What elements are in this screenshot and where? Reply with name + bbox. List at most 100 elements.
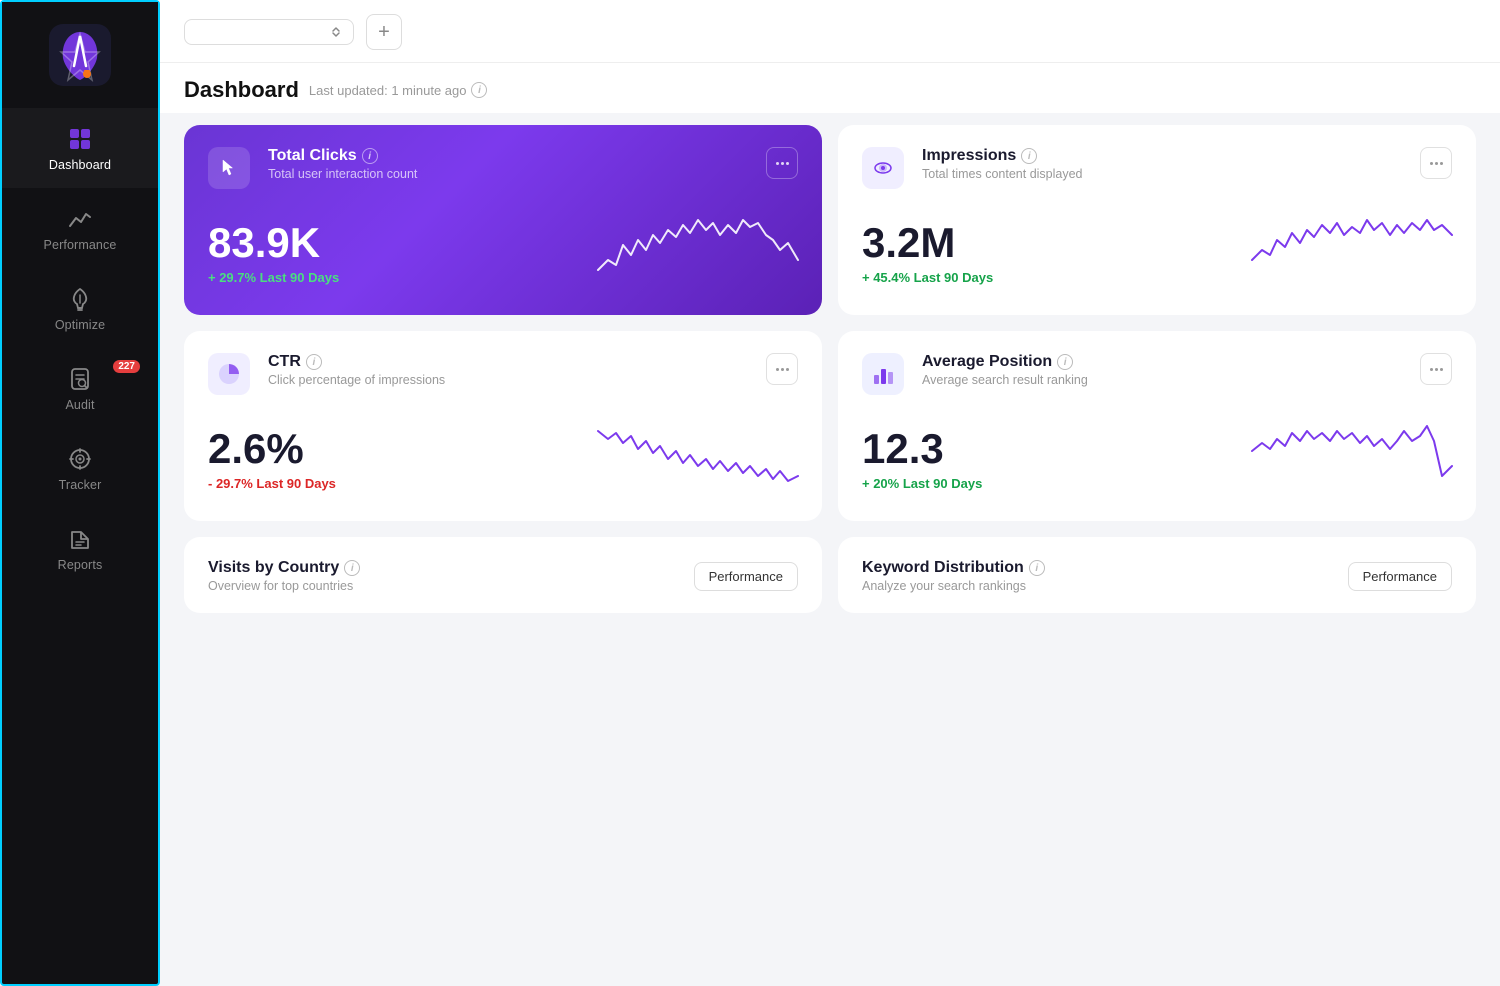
sidebar-item-label-performance: Performance [44, 238, 117, 252]
avg-position-title: Average Position i [922, 353, 1412, 371]
sidebar-item-label-optimize: Optimize [55, 318, 105, 332]
total-clicks-info-icon[interactable]: i [362, 148, 378, 164]
sidebar-item-label-reports: Reports [58, 558, 103, 572]
impressions-card: Impressions i Total times content displa… [838, 125, 1476, 315]
impressions-menu-btn[interactable] [1420, 147, 1452, 179]
add-tab-button[interactable]: + [366, 14, 402, 50]
impressions-icon-wrap [862, 147, 904, 189]
avg-position-card: Average Position i Average search result… [838, 331, 1476, 521]
sidebar-item-reports[interactable]: Reports [2, 508, 158, 588]
sidebar-item-audit[interactable]: 227 Audit [2, 348, 158, 428]
keyword-dist-subtitle: Analyze your search rankings [862, 579, 1045, 593]
keyword-dist-header: Keyword Distribution i Analyze your sear… [862, 559, 1452, 593]
keyword-dist-info-icon[interactable]: i [1029, 560, 1045, 576]
pie-chart-icon [213, 358, 245, 390]
avg-position-value: 12.3 [862, 428, 982, 470]
reports-icon [67, 526, 93, 552]
metrics-cards-row: Total Clicks i Total user interaction co… [184, 125, 1476, 315]
total-clicks-header: Total Clicks i Total user interaction co… [208, 147, 798, 189]
visits-country-info-icon[interactable]: i [344, 560, 360, 576]
dashboard-content: Total Clicks i Total user interaction co… [160, 113, 1500, 986]
ctr-menu-btn[interactable] [766, 353, 798, 385]
keyword-dist-title: Keyword Distribution i [862, 559, 1045, 577]
total-clicks-value: 83.9K [208, 222, 339, 264]
total-clicks-chart [349, 205, 798, 285]
avg-position-info-icon[interactable]: i [1057, 354, 1073, 370]
avg-position-value-group: 12.3 + 20% Last 90 Days [862, 428, 982, 491]
sidebar-item-label-tracker: Tracker [59, 478, 102, 492]
visits-country-title-group: Visits by Country i Overview for top cou… [208, 559, 360, 593]
ctr-card: CTR i Click percentage of impressions 2.… [184, 331, 822, 521]
impressions-title-group: Impressions i Total times content displa… [922, 147, 1412, 181]
sidebar-item-dashboard[interactable]: Dashboard [2, 108, 158, 188]
avg-position-subtitle: Average search result ranking [922, 373, 1412, 387]
main-content: + Dashboard Last updated: 1 minute ago i [160, 0, 1500, 986]
metrics-cards-row-2: CTR i Click percentage of impressions 2.… [184, 331, 1476, 521]
impressions-header: Impressions i Total times content displa… [862, 147, 1452, 189]
total-clicks-title: Total Clicks i [268, 147, 758, 165]
audit-icon [67, 366, 93, 392]
logo-area [2, 2, 158, 104]
avg-position-chart [992, 411, 1452, 491]
sidebar-nav: Dashboard Performance Optimize [2, 104, 158, 984]
ctr-value: 2.6% [208, 428, 336, 470]
avg-position-title-group: Average Position i Average search result… [922, 353, 1412, 387]
total-clicks-icon-wrap [208, 147, 250, 189]
total-clicks-value-group: 83.9K + 29.7% Last 90 Days [208, 222, 339, 285]
total-clicks-change: + 29.7% Last 90 Days [208, 270, 339, 285]
ctr-value-row: 2.6% - 29.7% Last 90 Days [208, 411, 798, 491]
tracker-icon [67, 446, 93, 472]
visits-country-header: Visits by Country i Overview for top cou… [208, 559, 798, 593]
page-title: Dashboard [184, 77, 299, 103]
impressions-info-icon[interactable]: i [1021, 148, 1037, 164]
ctr-title-group: CTR i Click percentage of impressions [268, 353, 758, 387]
impressions-subtitle: Total times content displayed [922, 167, 1412, 181]
optimize-icon [67, 286, 93, 312]
ctr-chart [346, 411, 798, 491]
sidebar-item-label-dashboard: Dashboard [49, 158, 111, 172]
avg-position-header: Average Position i Average search result… [862, 353, 1452, 395]
app-logo [49, 24, 111, 86]
keyword-distribution-card: Keyword Distribution i Analyze your sear… [838, 537, 1476, 613]
bottom-cards-row: Visits by Country i Overview for top cou… [184, 537, 1476, 613]
eye-icon [872, 157, 894, 179]
avg-position-change: + 20% Last 90 Days [862, 476, 982, 491]
sidebar-item-optimize[interactable]: Optimize [2, 268, 158, 348]
ctr-value-group: 2.6% - 29.7% Last 90 Days [208, 428, 336, 491]
impressions-title: Impressions i [922, 147, 1412, 165]
dashboard-icon [67, 126, 93, 152]
total-clicks-menu-btn[interactable] [766, 147, 798, 179]
last-updated-text: Last updated: 1 minute ago i [309, 82, 488, 98]
total-clicks-subtitle: Total user interaction count [268, 167, 758, 181]
sidebar-item-performance[interactable]: Performance [2, 188, 158, 268]
cursor-icon [218, 157, 240, 179]
impressions-chart [1003, 205, 1452, 285]
total-clicks-value-row: 83.9K + 29.7% Last 90 Days [208, 205, 798, 285]
performance-icon [67, 206, 93, 232]
impressions-value-group: 3.2M + 45.4% Last 90 Days [862, 222, 993, 285]
impressions-value: 3.2M [862, 222, 993, 264]
visits-country-subtitle: Overview for top countries [208, 579, 360, 593]
keyword-dist-performance-btn[interactable]: Performance [1348, 562, 1452, 591]
ctr-change: - 29.7% Last 90 Days [208, 476, 336, 491]
total-clicks-title-group: Total Clicks i Total user interaction co… [268, 147, 758, 181]
dashboard-header: Dashboard Last updated: 1 minute ago i [160, 63, 1500, 113]
sidebar-item-tracker[interactable]: Tracker [2, 428, 158, 508]
audit-badge: 227 [113, 360, 140, 373]
ctr-title: CTR i [268, 353, 758, 371]
chevron-updown-icon [331, 26, 341, 38]
bar-chart-icon [870, 361, 896, 387]
impressions-value-row: 3.2M + 45.4% Last 90 Days [862, 205, 1452, 285]
avg-position-icon-wrap [862, 353, 904, 395]
header-info-icon[interactable]: i [471, 82, 487, 98]
avg-position-menu-btn[interactable] [1420, 353, 1452, 385]
ctr-icon-wrap [208, 353, 250, 395]
visits-country-title: Visits by Country i [208, 559, 360, 577]
sidebar-item-label-audit: Audit [65, 398, 94, 412]
workspace-select[interactable] [184, 19, 354, 45]
sidebar: Dashboard Performance Optimize [0, 0, 160, 986]
ctr-info-icon[interactable]: i [306, 354, 322, 370]
avg-position-value-row: 12.3 + 20% Last 90 Days [862, 411, 1452, 491]
impressions-change: + 45.4% Last 90 Days [862, 270, 993, 285]
visits-country-performance-btn[interactable]: Performance [694, 562, 798, 591]
